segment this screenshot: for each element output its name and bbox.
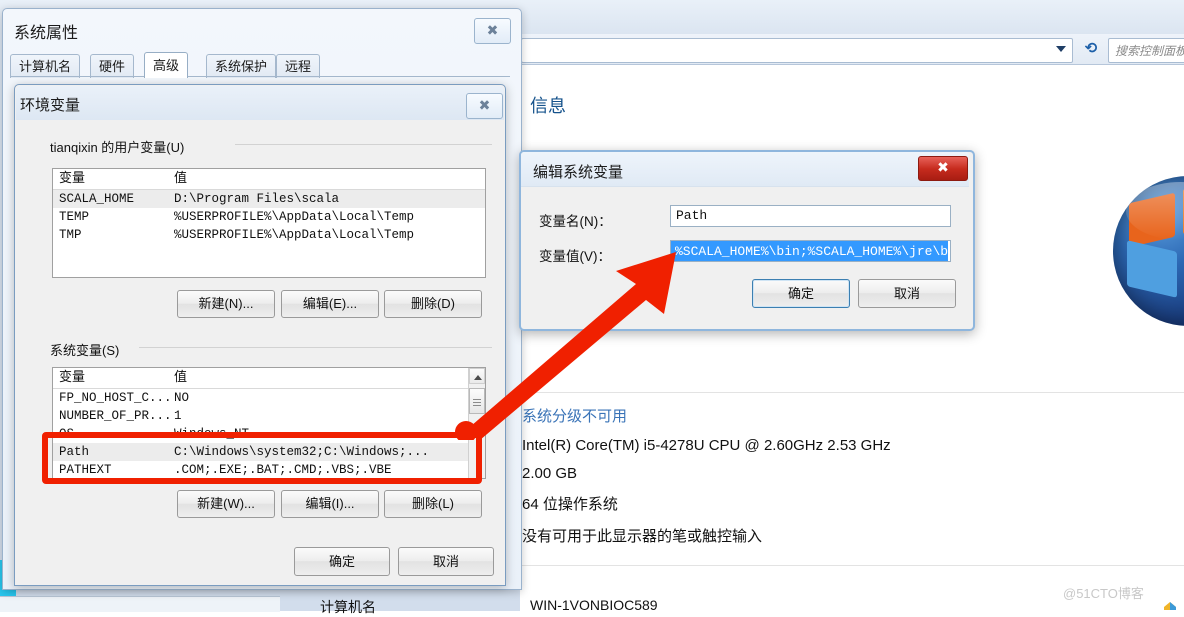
tab-hardware[interactable]: 硬件	[90, 54, 135, 78]
computer-name-label: 计算机名	[320, 599, 376, 615]
variable-value-text: %SCALA_HOME%\bin;%SCALA_HOME%\jre\b	[671, 241, 949, 261]
edit-dialog-title: 编辑系统变量	[533, 164, 624, 181]
search-input[interactable]: 搜索控制面板	[1108, 38, 1184, 63]
divider	[520, 565, 1184, 566]
background-window-edge	[0, 596, 280, 612]
system-type-value: 64 位操作系统	[522, 496, 618, 513]
tab-remote[interactable]: 远程	[276, 54, 321, 78]
variable-name-input[interactable]: Path	[670, 205, 951, 227]
close-icon: ✖	[486, 22, 499, 38]
variable-name: SCALA_HOME	[59, 192, 135, 206]
list-header: 变量 值	[53, 169, 485, 190]
chevron-down-icon[interactable]	[1056, 46, 1066, 52]
page-title: 信息	[530, 96, 566, 116]
close-icon: ✖	[478, 97, 491, 113]
tab-underline	[10, 76, 510, 77]
variable-name: FP_NO_HOST_C...	[59, 391, 172, 405]
variable-value: D:\Program Files\scala	[174, 192, 340, 206]
environment-variables-titlebar	[16, 86, 504, 120]
edit-dialog-close-button[interactable]: ✖	[918, 156, 968, 181]
watermark-logo-icon	[1164, 602, 1176, 610]
variable-name-value: Path	[676, 208, 708, 223]
list-item[interactable]: TEMP %USERPROFILE%\AppData\Local\Temp	[53, 208, 485, 226]
system-edit-button[interactable]: 编辑(I)...	[281, 490, 379, 518]
tab-computer-name[interactable]: 计算机名	[10, 54, 81, 78]
environment-variables-title: 环境变量	[20, 97, 81, 114]
system-properties-title: 系统属性	[14, 25, 79, 42]
variable-value-input[interactable]: %SCALA_HOME%\bin;%SCALA_HOME%\jre\b	[670, 240, 951, 262]
user-new-button[interactable]: 新建(N)...	[177, 290, 275, 318]
pen-touch-value: 没有可用于此显示器的笔或触控输入	[522, 528, 763, 545]
watermark: @51CTO博客	[1063, 586, 1144, 601]
column-header-name: 变量	[59, 171, 86, 186]
variable-value: %USERPROFILE%\AppData\Local\Temp	[174, 228, 415, 242]
variable-name: TMP	[59, 228, 82, 242]
system-variables-group-label: 系统变量(S)	[46, 340, 124, 359]
variable-value: NO	[174, 391, 190, 405]
tab-advanced[interactable]: 高级	[144, 52, 189, 78]
user-variables-list[interactable]: 变量 值 SCALA_HOME D:\Program Files\scala T…	[52, 168, 486, 278]
environment-variables-close-button[interactable]: ✖	[466, 93, 503, 119]
refresh-icon[interactable]: ⟲	[1081, 40, 1101, 58]
list-item[interactable]: NUMBER_OF_PR... 1	[53, 407, 485, 425]
edit-ok-button[interactable]: 确定	[752, 279, 850, 308]
red-highlight-box-icon	[42, 432, 482, 484]
user-edit-button[interactable]: 编辑(E)...	[281, 290, 379, 318]
list-item[interactable]: SCALA_HOME D:\Program Files\scala	[53, 190, 485, 208]
group-divider	[235, 144, 492, 145]
system-new-button[interactable]: 新建(W)...	[177, 490, 275, 518]
address-bar-input[interactable]	[521, 38, 1073, 63]
column-header-value: 值	[174, 370, 188, 385]
system-properties-tabs: 计算机名 硬件 高级 系统保护 远程	[10, 52, 340, 78]
system-properties-close-button[interactable]: ✖	[474, 18, 511, 44]
column-header-value: 值	[174, 171, 188, 186]
list-header: 变量 值	[53, 368, 485, 389]
variable-name-label: 变量名(N)：	[539, 214, 612, 229]
env-ok-button[interactable]: 确定	[294, 547, 390, 576]
list-item[interactable]: TMP %USERPROFILE%\AppData\Local\Temp	[53, 226, 485, 244]
variable-name: NUMBER_OF_PR...	[59, 409, 172, 423]
tab-system-protection[interactable]: 系统保护	[206, 54, 277, 78]
variable-name: TEMP	[59, 210, 90, 224]
edit-cancel-button[interactable]: 取消	[858, 279, 956, 308]
variable-value: 1	[174, 409, 182, 423]
variable-value: %USERPROFILE%\AppData\Local\Temp	[174, 210, 415, 224]
close-icon: ✖	[937, 159, 949, 175]
memory-value: 2.00 GB	[522, 465, 578, 482]
list-item[interactable]: FP_NO_HOST_C... NO	[53, 389, 485, 407]
red-arrow-icon	[455, 252, 676, 440]
search-placeholder: 搜索控制面板	[1115, 44, 1184, 58]
column-header-name: 变量	[59, 370, 86, 385]
user-variables-group-label: tianqixin 的用户变量(U)	[46, 137, 189, 156]
env-cancel-button[interactable]: 取消	[398, 547, 494, 576]
system-delete-button[interactable]: 删除(L)	[384, 490, 482, 518]
